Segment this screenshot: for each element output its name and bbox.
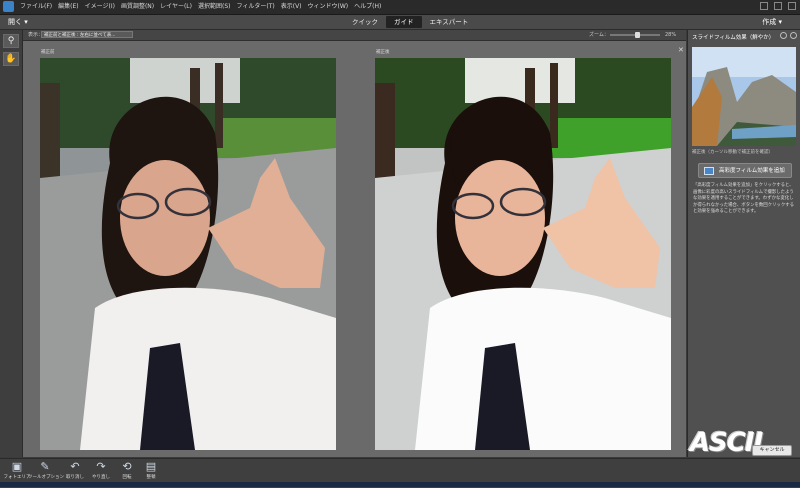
redo-icon: ↷ xyxy=(96,460,106,473)
photo-bin-icon: ▣ xyxy=(11,460,23,473)
menu-edit[interactable]: 編集(E) xyxy=(58,0,78,14)
create-label: 作成 xyxy=(762,18,777,26)
hand-tool-icon[interactable]: ✋ xyxy=(3,52,19,66)
menu-window[interactable]: ウィンドウ(W) xyxy=(308,0,349,14)
menu-enhance[interactable]: 画質調整(N) xyxy=(121,0,154,14)
create-button[interactable]: 作成 ▾ xyxy=(762,15,782,29)
menu-image[interactable]: イメージ(I) xyxy=(85,0,115,14)
after-photo xyxy=(375,58,671,450)
add-button-label: 高彩度フィルム効果を追加 xyxy=(719,168,785,174)
zoom-slider-handle[interactable] xyxy=(635,32,640,38)
panel-description: 「高彩度フィルム効果を追加」をクリックすると、画像に彩度の高いスライドフィルムで… xyxy=(693,183,794,214)
panel-icons xyxy=(780,32,797,39)
options-bar: 表示： 補正前と補正後 : 左右に並べて表... ズーム： 28% xyxy=(23,30,686,41)
app-logo-icon xyxy=(3,1,14,12)
menu-view[interactable]: 表示(V) xyxy=(281,0,302,14)
undo-icon: ↶ xyxy=(70,460,80,473)
guided-panel: スライドフィルム効果（鮮やか） 補正後（カーソル移動で補正前を確認） 高彩度フィ… xyxy=(687,30,800,457)
portrait-before-image xyxy=(40,58,336,450)
after-label: 補正後 xyxy=(376,50,390,55)
menu-bar: ファイル(F) 編集(E) イメージ(I) 画質調整(N) レイヤー(L) 選択… xyxy=(0,0,800,15)
mountain-thumbnail-image xyxy=(692,47,796,146)
tab-guided[interactable]: ガイド xyxy=(386,16,422,28)
photo-icon xyxy=(704,167,714,175)
menu-help[interactable]: ヘルプ(H) xyxy=(354,0,381,14)
close-icon[interactable]: ✕ xyxy=(678,46,684,54)
help-icon[interactable] xyxy=(790,32,797,39)
tool-options-icon: ✎ xyxy=(40,460,50,473)
open-label: 開く xyxy=(8,18,22,26)
panel-title: スライドフィルム効果（鮮やか） xyxy=(692,35,775,41)
minimize-icon[interactable] xyxy=(760,2,768,10)
tab-expert[interactable]: エキスパート xyxy=(422,16,477,28)
menu-filter[interactable]: フィルター(T) xyxy=(237,0,275,14)
view-select[interactable]: 補正前と補正後 : 左右に並べて表... xyxy=(41,31,133,38)
zoom-tool-icon[interactable]: ⚲ xyxy=(3,34,19,48)
menu-select[interactable]: 選択範囲(S) xyxy=(198,0,231,14)
tool-column: ⚲ ✋ xyxy=(0,30,23,457)
tool-options-button[interactable]: ✎ ツールオプション xyxy=(28,460,64,481)
menu-file[interactable]: ファイル(F) xyxy=(20,0,52,14)
open-button[interactable]: 開く ▾ xyxy=(8,15,28,29)
before-photo xyxy=(40,58,336,450)
portrait-after-image xyxy=(375,58,671,450)
effect-thumbnail xyxy=(692,47,796,146)
tab-quick[interactable]: クイック xyxy=(344,16,386,28)
before-label: 補正前 xyxy=(41,50,55,55)
window-controls xyxy=(760,2,796,10)
organize-icon: ▤ xyxy=(145,460,157,473)
zoom-value: 28% xyxy=(665,32,677,38)
menu-layer[interactable]: レイヤー(L) xyxy=(160,0,192,14)
chevron-down-icon: ▾ xyxy=(778,18,782,26)
cancel-button[interactable]: キャンセル xyxy=(752,445,792,456)
mode-tabs: クイック ガイド エキスパート xyxy=(344,16,476,28)
tool-options-label: ツールオプション xyxy=(28,475,64,480)
taskbar-strip xyxy=(0,482,800,487)
mode-bar: 開く ▾ クイック ガイド エキスパート 作成 ▾ xyxy=(0,15,800,30)
organize-label: 整頓 xyxy=(146,475,156,480)
home-icon[interactable] xyxy=(780,32,787,39)
thumbnail-caption: 補正後（カーソル移動で補正前を確認） xyxy=(692,150,773,155)
add-vivid-film-button[interactable]: 高彩度フィルム効果を追加 xyxy=(698,163,792,178)
chevron-down-icon: ▾ xyxy=(24,18,28,26)
menu-list: ファイル(F) 編集(E) イメージ(I) 画質調整(N) レイヤー(L) 選択… xyxy=(20,0,381,14)
close-window-icon[interactable] xyxy=(788,2,796,10)
zoom-label: ズーム： xyxy=(589,32,609,38)
organize-button[interactable]: ▤ 整頓 xyxy=(134,460,168,481)
rotate-icon: ⟲ xyxy=(122,460,132,473)
maximize-icon[interactable] xyxy=(774,2,782,10)
